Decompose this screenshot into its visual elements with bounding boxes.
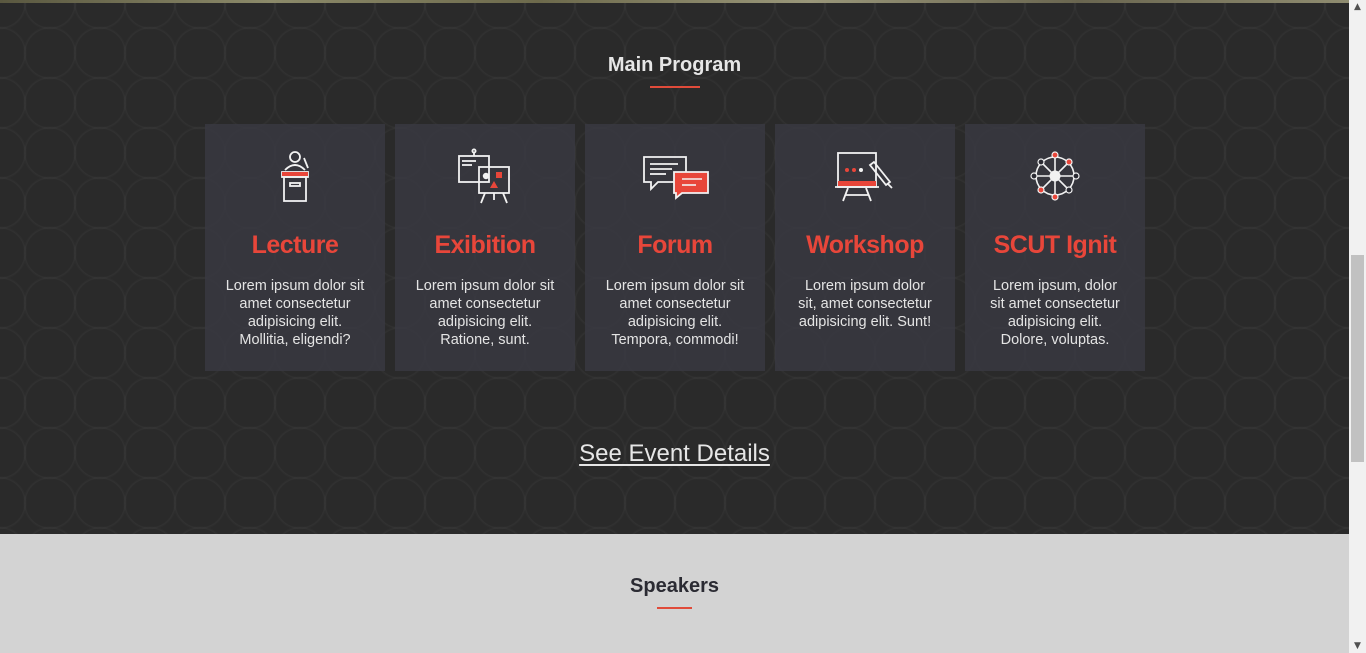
card-description: Lorem ipsum dolor sit amet consectetur a… [605,278,745,348]
program-card-workshop[interactable]: Workshop Lorem ipsum dolor sit, amet con… [775,124,955,371]
card-title: Lecture [251,231,339,259]
card-title: Workshop [806,231,924,259]
card-description: Lorem ipsum, dolor sit amet consectetur … [990,278,1120,348]
card-title: Exibition [434,231,536,259]
main-program-section: Main Program Lecture Lorem ipsum dolor s… [0,3,1349,534]
page: Main Program Lecture Lorem ipsum dolor s… [0,0,1349,653]
scroll-up-arrow-icon[interactable]: ▲ [1349,0,1366,14]
card-title: Forum [637,231,713,259]
title-underline [657,607,692,609]
whiteboard-pen-icon [835,152,893,202]
speakers-section: Speakers [0,534,1349,653]
section-title-main-program: Main Program [607,54,742,76]
card-description: Lorem ipsum dolor sit amet consectetur a… [415,278,555,348]
chat-bubbles-icon [643,156,709,200]
see-event-details-link[interactable]: See Event Details [579,440,770,467]
podium-icon [281,151,309,202]
scroll-down-arrow-icon[interactable]: ▼ [1349,639,1366,653]
vertical-scrollbar[interactable]: ▲ ▼ [1349,0,1366,653]
network-hub-icon [1030,151,1080,201]
program-card-lecture[interactable]: Lecture Lorem ipsum dolor sit amet conse… [205,124,385,371]
scrollbar-thumb[interactable] [1351,255,1364,462]
presentation-board-icon [458,148,510,204]
card-title: SCUT Ignit [993,231,1117,259]
section-title-speakers: Speakers [630,575,719,597]
card-description: Lorem ipsum dolor sit, amet consectetur … [798,278,932,330]
program-cards: Lecture Lorem ipsum dolor sit amet conse… [205,124,1145,371]
card-description: Lorem ipsum dolor sit amet consectetur a… [225,278,365,348]
title-underline [650,86,700,88]
event-details-link-wrapper: See Event Details [0,440,1349,468]
program-card-forum[interactable]: Forum Lorem ipsum dolor sit amet consect… [585,124,765,371]
program-card-exibition[interactable]: Exibition Lorem ipsum dolor sit amet con… [395,124,575,371]
program-card-scut-ignit[interactable]: SCUT Ignit Lorem ipsum, dolor sit amet c… [965,124,1145,371]
